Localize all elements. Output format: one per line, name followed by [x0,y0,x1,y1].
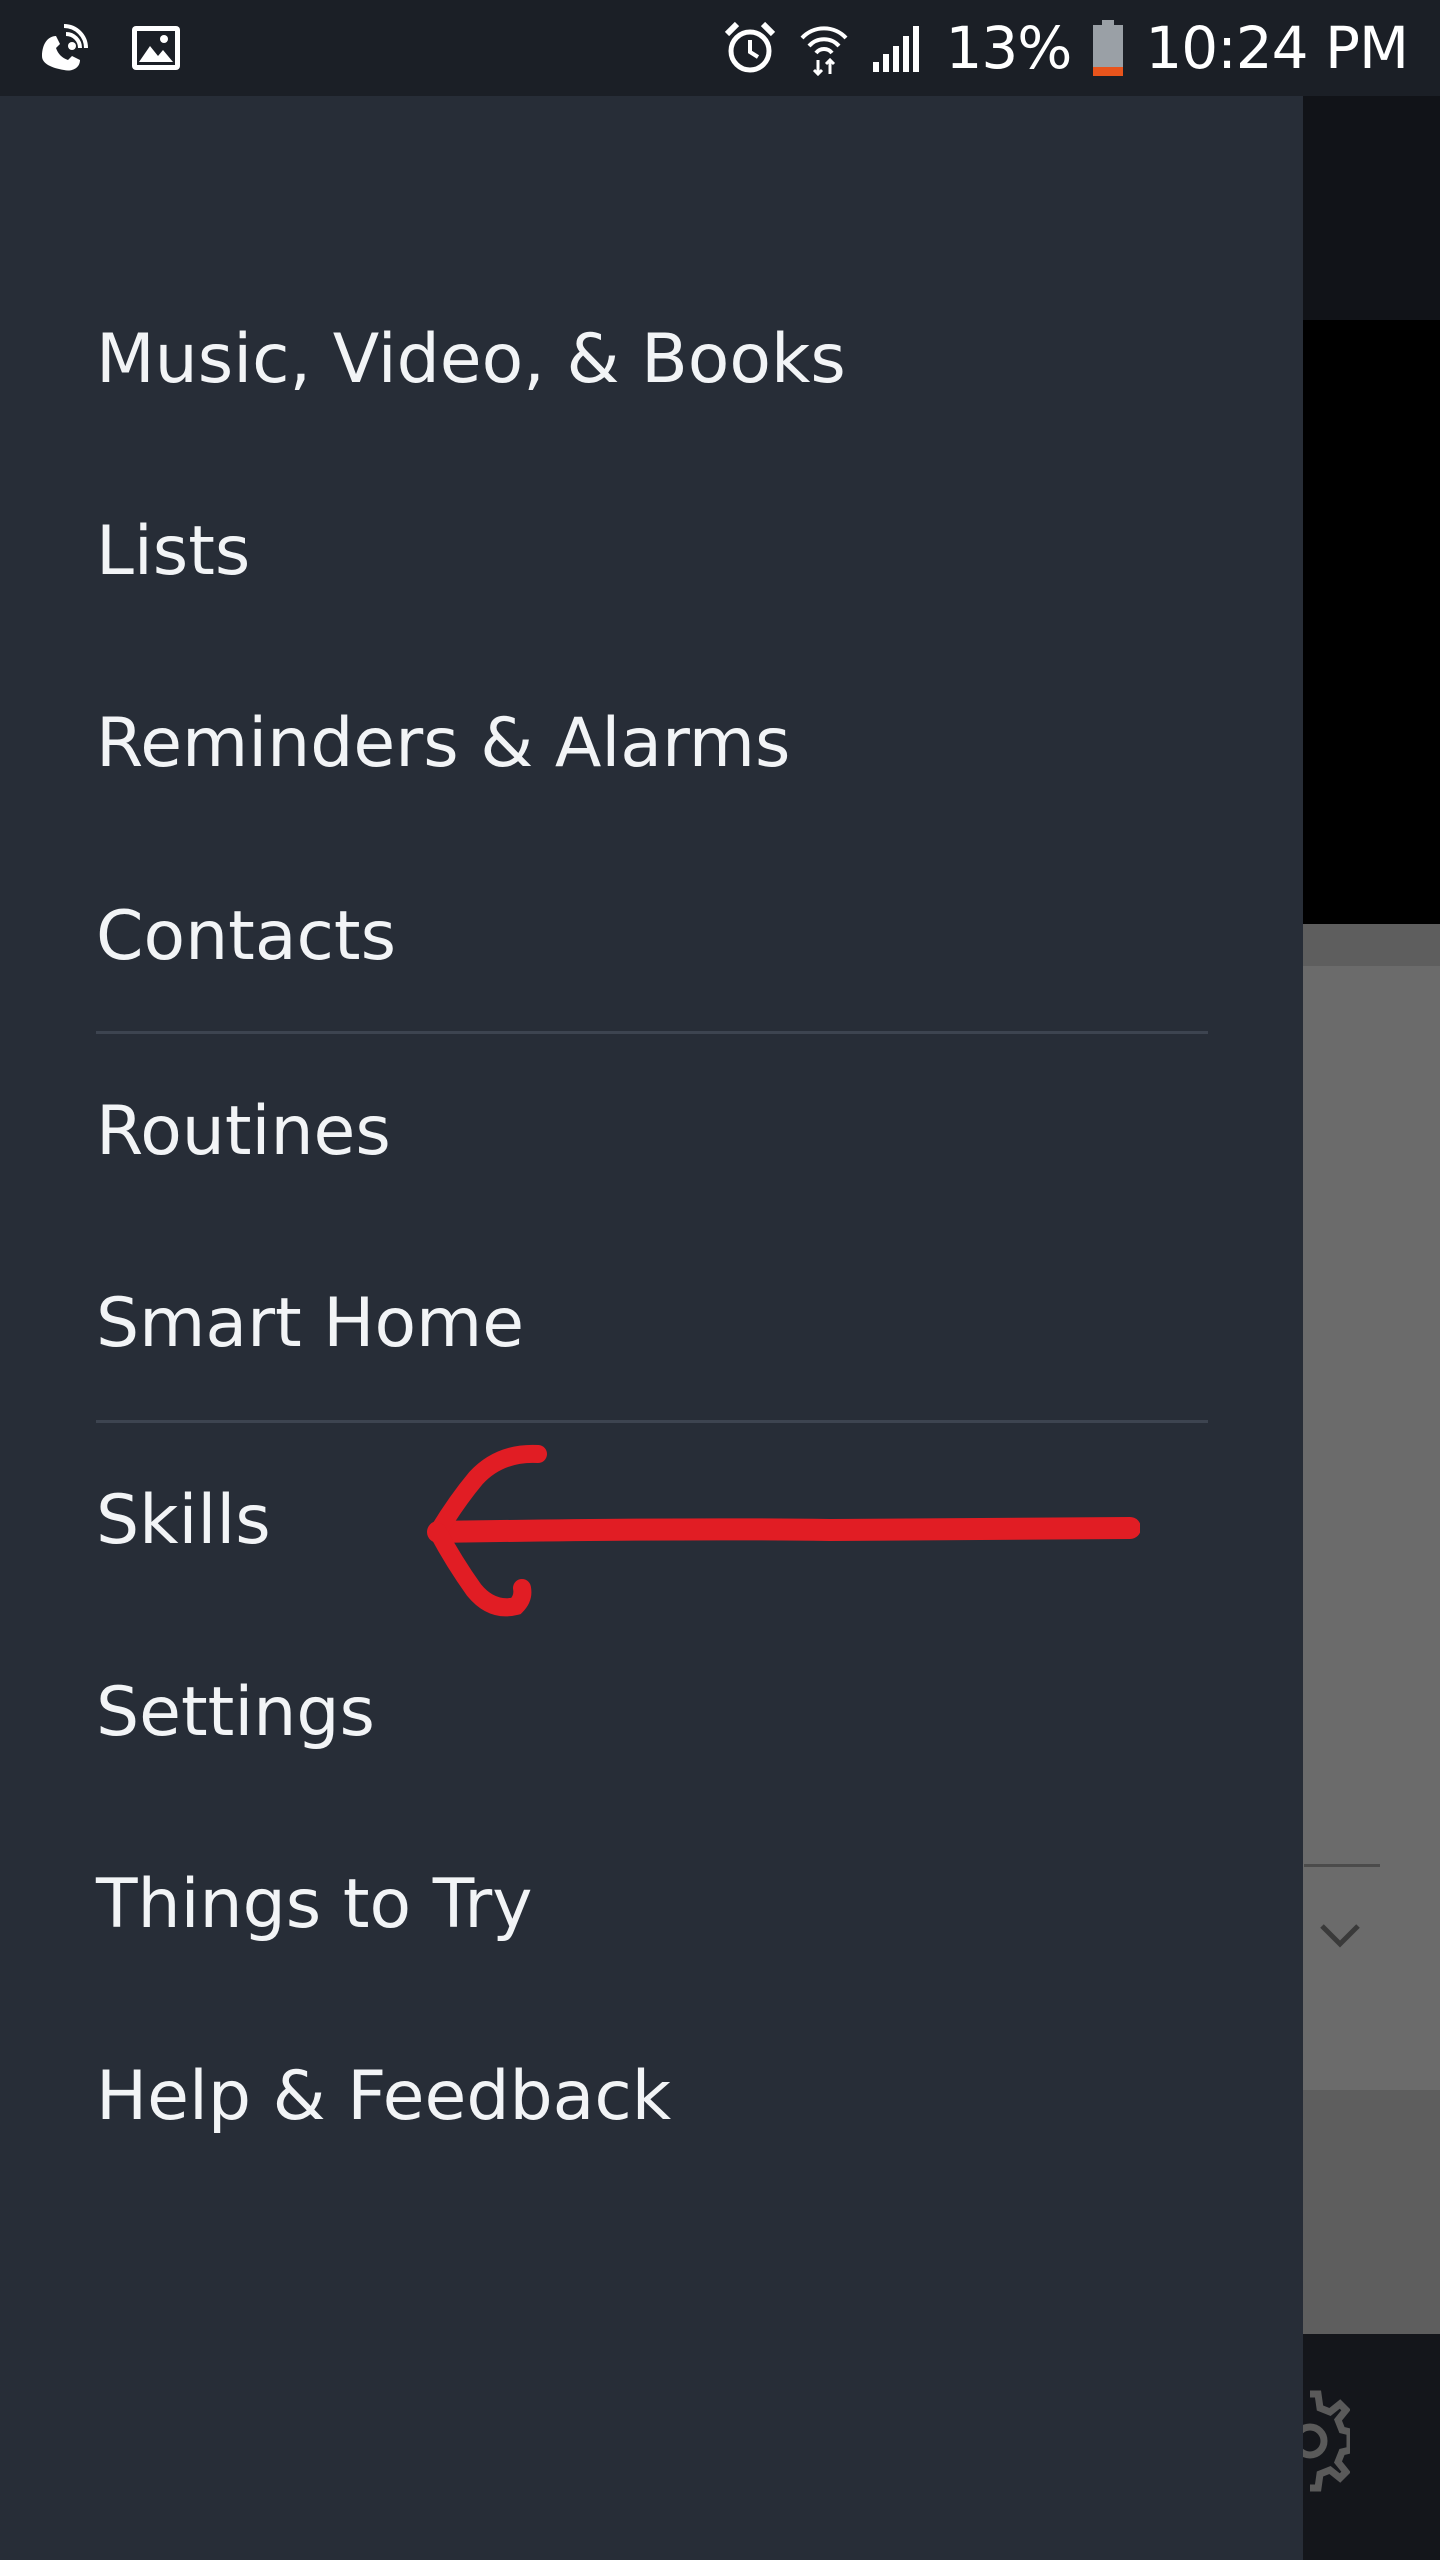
signal-icon [871,22,923,74]
background-divider [1304,1864,1380,1867]
wifi-calling-icon [34,20,90,76]
battery-percent: 13% [945,14,1072,82]
menu-divider [96,1420,1208,1423]
status-right-icons: 13% 10:24 PM [723,14,1409,82]
battery-icon [1093,20,1124,76]
menu-item-help-feedback[interactable]: Help & Feedback [96,2042,671,2152]
menu-item-reminders-alarms[interactable]: Reminders & Alarms [96,689,790,799]
navigation-drawer: Music, Video, & Books Lists Reminders & … [0,96,1303,2560]
alarm-icon [723,20,777,76]
menu-item-smart-home[interactable]: Smart Home [96,1269,524,1379]
menu-item-music-video-books[interactable]: Music, Video, & Books [96,305,846,415]
menu-item-contacts[interactable]: Contacts [96,882,396,992]
status-left-icons [34,20,182,76]
menu-item-skills[interactable]: Skills [96,1466,271,1576]
menu-item-settings[interactable]: Settings [96,1658,375,1768]
menu-item-routines[interactable]: Routines [96,1077,391,1187]
wifi-icon [799,20,849,76]
status-bar: 13% 10:24 PM [0,0,1440,96]
screen: 13% 10:24 PM Music, Video, & Books Lists… [0,0,1440,2560]
red-arrow-annotation-icon [420,1440,1141,1634]
menu-item-things-to-try[interactable]: Things to Try [96,1850,532,1960]
clock: 10:24 PM [1145,14,1409,82]
chevron-down-icon [1318,1922,1362,1954]
gallery-icon [130,24,182,72]
menu-divider [96,1031,1208,1034]
menu-item-lists[interactable]: Lists [96,497,250,607]
